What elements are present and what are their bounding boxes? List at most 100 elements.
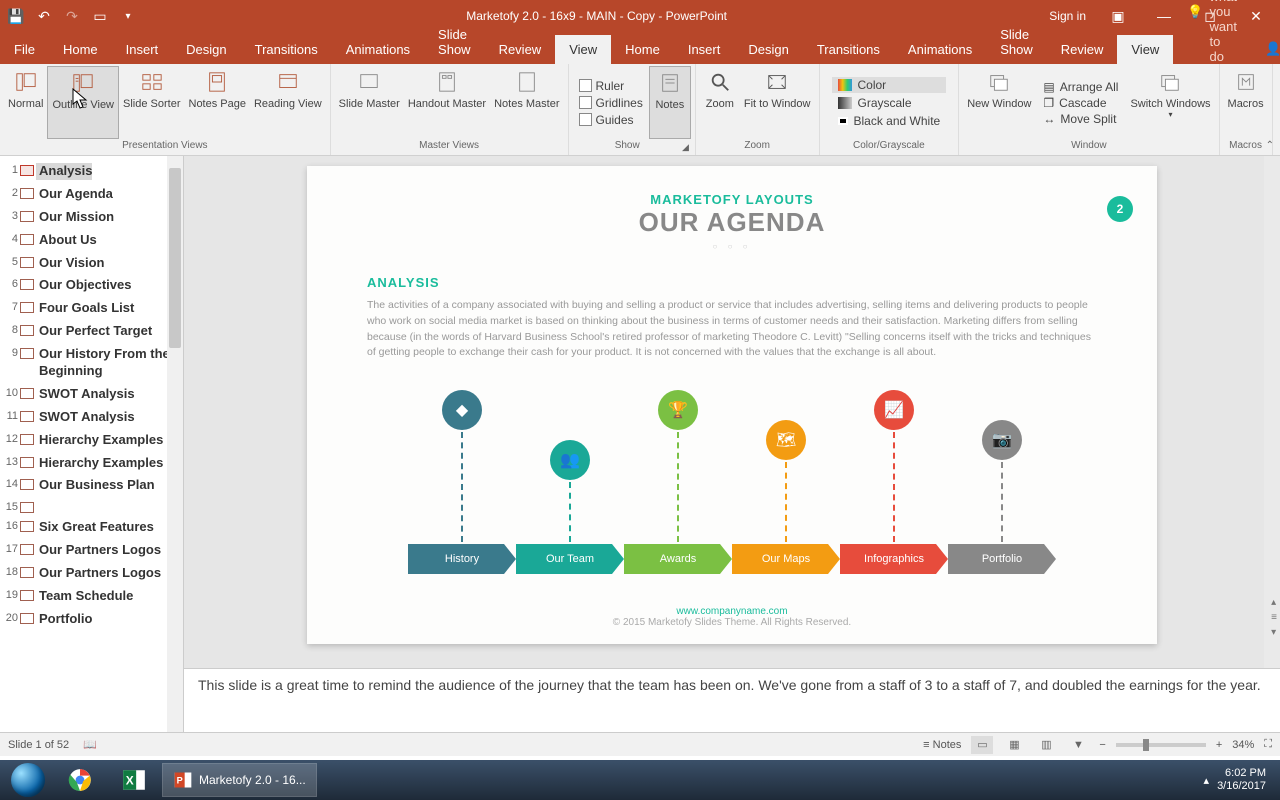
outline-item[interactable]: 11SWOT Analysis xyxy=(0,406,183,429)
status-bar: Slide 1 of 52 📖 ≡ Notes ▭ ▦ ▥ ▼ − + 34% … xyxy=(0,732,1280,756)
redo-icon[interactable]: ↷ xyxy=(64,8,80,24)
normal-view-icon[interactable]: ▭ xyxy=(971,736,993,754)
slide-vertical-scrollbar[interactable]: ▴≡▾ xyxy=(1264,156,1280,668)
slide-sorter-button[interactable]: Slide Sorter xyxy=(119,66,184,139)
outline-item[interactable]: 20Portfolio xyxy=(0,608,183,631)
outline-slide-title: Our Partners Logos xyxy=(36,565,161,582)
tab-transitions[interactable]: Transitions xyxy=(241,35,332,64)
outline-item[interactable]: 18Our Partners Logos xyxy=(0,562,183,585)
qat-more-icon[interactable]: ▾ xyxy=(120,8,136,24)
new-window-button[interactable]: New Window xyxy=(963,66,1035,139)
switch-windows-button[interactable]: Switch Windows▾ xyxy=(1126,66,1214,139)
tab-review[interactable]: Review xyxy=(1047,35,1118,64)
outline-item[interactable]: 19Team Schedule xyxy=(0,585,183,608)
tab-design[interactable]: Design xyxy=(172,35,240,64)
guides-checkbox[interactable]: Guides xyxy=(579,113,643,127)
zoom-level[interactable]: 34% xyxy=(1232,739,1254,751)
outline-item[interactable]: 6Our Objectives xyxy=(0,274,183,297)
notes-master-button[interactable]: Notes Master xyxy=(490,66,563,139)
bw-mode-button[interactable]: Black and White xyxy=(832,113,947,129)
slideshow-view-icon[interactable]: ▼ xyxy=(1067,736,1089,754)
outline-item[interactable]: 1Analysis xyxy=(0,160,183,183)
outline-slide-title: Hierarchy Examples xyxy=(36,432,163,449)
outline-scrollbar[interactable] xyxy=(167,156,183,732)
fit-to-window-button[interactable]: Fit to Window xyxy=(740,66,815,139)
tab-animations[interactable]: Animations xyxy=(894,35,986,64)
start-from-beginning-icon[interactable]: ▭ xyxy=(92,8,108,24)
save-icon[interactable]: 💾 xyxy=(8,8,24,24)
outline-item[interactable]: 12Hierarchy Examples xyxy=(0,429,183,452)
excel-taskbar-icon[interactable]: X xyxy=(108,762,160,798)
macros-button[interactable]: Macros xyxy=(1224,66,1268,139)
ribbon-display-icon[interactable]: ▣ xyxy=(1104,2,1132,30)
outline-item[interactable]: 4About Us xyxy=(0,229,183,252)
chrome-taskbar-icon[interactable] xyxy=(54,762,106,798)
outline-item[interactable]: 2Our Agenda xyxy=(0,183,183,206)
tab-animations[interactable]: Animations xyxy=(332,35,424,64)
tab-home[interactable]: Home xyxy=(611,35,674,64)
outline-item[interactable]: 13Hierarchy Examples xyxy=(0,452,183,475)
timeline-item: ◆History xyxy=(408,390,516,574)
outline-item[interactable]: 7Four Goals List xyxy=(0,297,183,320)
outline-item[interactable]: 3Our Mission xyxy=(0,206,183,229)
notes-toggle-button[interactable]: Notes xyxy=(649,66,691,139)
outline-item[interactable]: 8Our Perfect Target xyxy=(0,320,183,343)
outline-item[interactable]: 10SWOT Analysis xyxy=(0,383,183,406)
grayscale-mode-button[interactable]: Grayscale xyxy=(832,95,947,111)
gridlines-checkbox[interactable]: Gridlines xyxy=(579,96,643,110)
tab-insert[interactable]: Insert xyxy=(112,35,173,64)
reading-view-icon[interactable]: ▥ xyxy=(1035,736,1057,754)
tab-view[interactable]: View xyxy=(555,35,611,64)
show-hidden-icon[interactable]: ▴ xyxy=(1204,774,1210,787)
outline-pane[interactable]: 1Analysis2Our Agenda3Our Mission4About U… xyxy=(0,156,184,732)
slide-master-button[interactable]: Slide Master xyxy=(335,66,404,139)
tab-home[interactable]: Home xyxy=(49,35,112,64)
tab-review[interactable]: Review xyxy=(485,35,556,64)
collapse-ribbon-icon[interactable]: ⌃ xyxy=(1266,140,1274,151)
show-dialog-launcher-icon[interactable]: ◢ xyxy=(682,142,689,153)
sorter-view-icon[interactable]: ▦ xyxy=(1003,736,1025,754)
tab-slide-show[interactable]: Slide Show xyxy=(986,20,1047,64)
outline-item[interactable]: 15 xyxy=(0,497,183,516)
notes-page-button[interactable]: Notes Page xyxy=(185,66,250,139)
normal-view-button[interactable]: Normal xyxy=(4,66,47,139)
windows-taskbar: X P Marketofy 2.0 - 16... ▴ 6:02 PM 3/16… xyxy=(0,760,1280,800)
zoom-out-button[interactable]: − xyxy=(1099,739,1105,751)
outline-item[interactable]: 17Our Partners Logos xyxy=(0,539,183,562)
slide-canvas-area[interactable]: 2 MARKETOFY LAYOUTS OUR AGENDA ○ ○ ○ ANA… xyxy=(184,156,1280,668)
zoom-in-button[interactable]: + xyxy=(1216,739,1222,751)
color-mode-button[interactable]: Color xyxy=(832,77,947,93)
powerpoint-taskbar-button[interactable]: P Marketofy 2.0 - 16... xyxy=(162,763,317,797)
tell-me-search[interactable]: 💡 Tell me what you want to do xyxy=(1173,0,1251,64)
tab-file[interactable]: File xyxy=(0,35,49,64)
tab-view[interactable]: View xyxy=(1117,35,1173,64)
notes-status-button[interactable]: ≡ Notes xyxy=(923,739,961,751)
outline-item[interactable]: 9Our History From the Beginning xyxy=(0,343,183,383)
outline-item[interactable]: 16Six Great Features xyxy=(0,516,183,539)
system-clock[interactable]: 6:02 PM 3/16/2017 xyxy=(1217,767,1266,793)
tab-design[interactable]: Design xyxy=(734,35,802,64)
reading-view-button[interactable]: Reading View xyxy=(250,66,326,139)
ruler-checkbox[interactable]: Ruler xyxy=(579,79,643,93)
tab-slide-show[interactable]: Slide Show xyxy=(424,20,485,64)
undo-icon[interactable]: ↶ xyxy=(36,8,52,24)
sign-in-link[interactable]: Sign in xyxy=(1049,9,1086,23)
tab-insert[interactable]: Insert xyxy=(674,35,735,64)
outline-item[interactable]: 5Our Vision xyxy=(0,252,183,275)
timeline-arrow: Our Maps xyxy=(732,544,840,574)
spellcheck-icon[interactable]: 📖 xyxy=(83,738,97,751)
share-button[interactable]: 👤 Share xyxy=(1251,34,1280,64)
zoom-slider[interactable] xyxy=(1116,743,1206,747)
start-button[interactable] xyxy=(4,762,52,798)
outline-item[interactable]: 14Our Business Plan xyxy=(0,474,183,497)
cascade-button[interactable]: ❐Cascade xyxy=(1043,96,1118,110)
outline-view-button[interactable]: Outline View xyxy=(47,66,119,139)
fit-slide-icon[interactable]: ⛶ xyxy=(1264,738,1272,751)
notes-pane[interactable]: This slide is a great time to remind the… xyxy=(184,668,1280,732)
tab-transitions[interactable]: Transitions xyxy=(803,35,894,64)
handout-master-button[interactable]: Handout Master xyxy=(404,66,490,139)
slide-counter[interactable]: Slide 1 of 52 xyxy=(8,739,69,751)
arrange-all-button[interactable]: ▤Arrange All xyxy=(1043,80,1118,94)
zoom-button[interactable]: Zoom xyxy=(700,66,740,139)
move-split-button[interactable]: ↔Move Split xyxy=(1043,112,1118,126)
